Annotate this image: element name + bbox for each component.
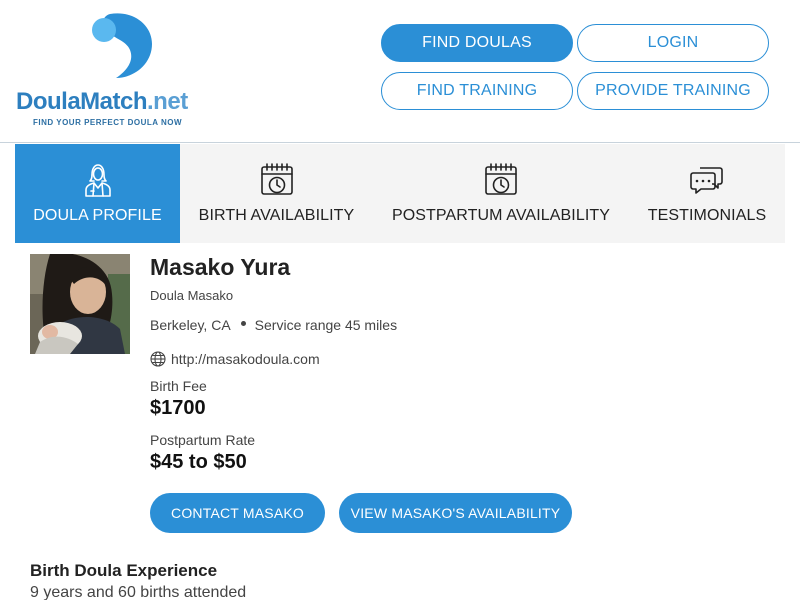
tab-postpartum-availability[interactable]: POSTPARTUM AVAILABILITY xyxy=(373,144,629,243)
globe-icon xyxy=(150,351,166,367)
calendar-clock-icon xyxy=(260,163,293,195)
doula-name: Masako Yura xyxy=(150,254,291,280)
birth-fee-label: Birth Fee xyxy=(150,378,207,394)
location-line: Berkeley, CA Service range 45 miles xyxy=(150,317,397,333)
site-header: DoulaMatch.net FIND YOUR PERFECT DOULA N… xyxy=(0,0,800,143)
tab-birth-availability[interactable]: BIRTH AVAILABILITY xyxy=(180,144,373,243)
calendar-clock-icon xyxy=(485,163,517,195)
tab-label: DOULA PROFILE xyxy=(33,207,162,224)
experience-heading: Birth Doula Experience xyxy=(30,561,218,580)
postpartum-rate-label: Postpartum Rate xyxy=(150,432,256,448)
find-training-button[interactable]: FIND TRAINING xyxy=(381,72,573,110)
birth-fee-value: $1700 xyxy=(150,397,206,419)
logo-tagline: FIND YOUR PERFECT DOULA NOW xyxy=(33,118,183,127)
find-doulas-button[interactable]: FIND DOULAS xyxy=(381,24,573,62)
website-link-row[interactable]: http://masakodoula.com xyxy=(150,351,320,367)
service-range: Service range 45 miles xyxy=(254,317,398,333)
chat-bubbles-icon xyxy=(690,167,723,194)
tab-testimonials[interactable]: TESTIMONIALS xyxy=(629,144,785,243)
separator-dot xyxy=(240,320,246,326)
profile-tabs: DOULA PROFILE BIRTH AVAILABILITY POSTPAR… xyxy=(15,144,785,243)
contact-button[interactable]: CONTACT MASAKO xyxy=(150,493,325,533)
experience-text: 9 years and 60 births attended xyxy=(30,584,247,600)
tab-label: TESTIMONIALS xyxy=(647,207,767,224)
login-button[interactable]: LOGIN xyxy=(577,24,769,62)
doula-person-icon xyxy=(84,164,111,197)
view-availability-button[interactable]: VIEW MASAKO'S AVAILABILITY xyxy=(339,493,572,533)
city: Berkeley, CA xyxy=(150,317,231,333)
provide-training-button[interactable]: PROVIDE TRAINING xyxy=(577,72,769,110)
postpartum-rate-value: $45 to $50 xyxy=(150,451,247,473)
website-link[interactable]: http://masakodoula.com xyxy=(171,351,320,367)
site-logo[interactable]: DoulaMatch.net FIND YOUR PERFECT DOULA N… xyxy=(16,12,221,132)
logo-mark-icon xyxy=(92,13,152,78)
doula-photo xyxy=(30,254,130,354)
business-name: Doula Masako xyxy=(150,288,234,303)
tab-doula-profile[interactable]: DOULA PROFILE xyxy=(15,144,180,243)
tab-label: BIRTH AVAILABILITY xyxy=(198,207,355,224)
logo-wordmark: DoulaMatch.net xyxy=(16,88,188,115)
tab-label: POSTPARTUM AVAILABILITY xyxy=(391,207,611,224)
